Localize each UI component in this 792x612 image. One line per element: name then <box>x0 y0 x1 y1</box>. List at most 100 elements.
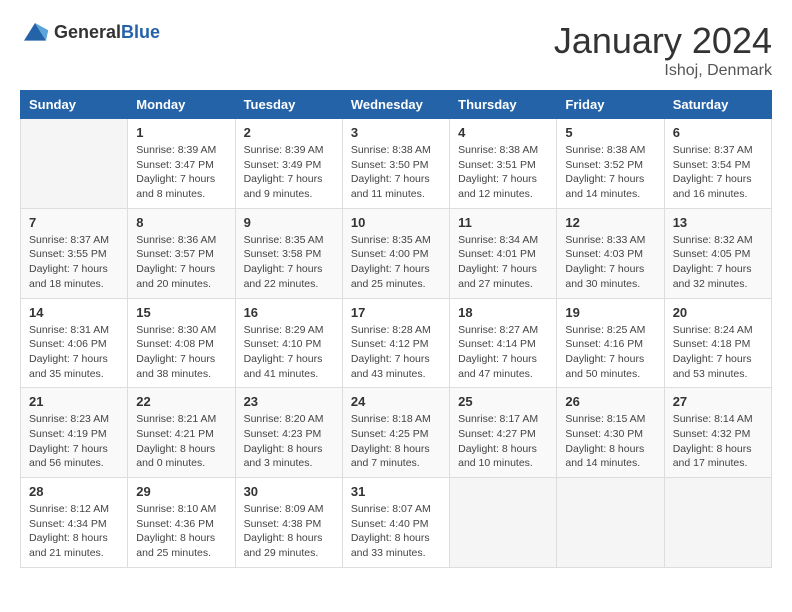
col-header-wednesday: Wednesday <box>342 91 449 119</box>
calendar-cell: 25Sunrise: 8:17 AMSunset: 4:27 PMDayligh… <box>450 388 557 478</box>
day-info: Sunrise: 8:15 AMSunset: 4:30 PMDaylight:… <box>565 412 655 471</box>
day-number: 11 <box>458 215 548 230</box>
day-number: 2 <box>244 125 334 140</box>
day-number: 9 <box>244 215 334 230</box>
calendar-header-row: SundayMondayTuesdayWednesdayThursdayFrid… <box>21 91 772 119</box>
calendar-cell: 10Sunrise: 8:35 AMSunset: 4:00 PMDayligh… <box>342 208 449 298</box>
day-info: Sunrise: 8:14 AMSunset: 4:32 PMDaylight:… <box>673 412 763 471</box>
day-number: 31 <box>351 484 441 499</box>
day-number: 7 <box>29 215 119 230</box>
day-info: Sunrise: 8:09 AMSunset: 4:38 PMDaylight:… <box>244 502 334 561</box>
day-number: 8 <box>136 215 226 230</box>
day-number: 5 <box>565 125 655 140</box>
day-number: 29 <box>136 484 226 499</box>
day-info: Sunrise: 8:32 AMSunset: 4:05 PMDaylight:… <box>673 233 763 292</box>
col-header-tuesday: Tuesday <box>235 91 342 119</box>
calendar-week-row: 14 Sunrise: 8:31 AMSunset: 4:06 PMDayligh… <box>21 298 772 388</box>
day-number: 4 <box>458 125 548 140</box>
day-info: Sunrise: 8:18 AMSunset: 4:25 PMDaylight:… <box>351 412 441 471</box>
day-info: Sunrise: 8:21 AMSunset: 4:21 PMDaylight:… <box>136 412 226 471</box>
col-header-sunday: Sunday <box>21 91 128 119</box>
calendar-cell: 29 Sunrise: 8:10 AMSunset: 4:36 PMDayligh… <box>128 478 235 568</box>
calendar-cell: 31 Sunrise: 8:07 AMSunset: 4:40 PMDayligh… <box>342 478 449 568</box>
day-info: Sunrise: 8:20 AMSunset: 4:23 PMDaylight:… <box>244 412 334 471</box>
day-number: 23 <box>244 394 334 409</box>
day-number: 14 <box>29 305 119 320</box>
calendar-cell: 20 Sunrise: 8:24 AMSunset: 4:18 PMDayligh… <box>664 298 771 388</box>
logo-general: General <box>54 22 121 42</box>
day-info: Sunrise: 8:10 AMSunset: 4:36 PMDaylight:… <box>136 502 226 561</box>
day-info: Sunrise: 8:23 AMSunset: 4:19 PMDaylight:… <box>29 412 119 471</box>
day-number: 6 <box>673 125 763 140</box>
day-number: 15 <box>136 305 226 320</box>
calendar-cell: 5 Sunrise: 8:38 AMSunset: 3:52 PMDaylight… <box>557 119 664 209</box>
calendar-cell: 1Sunrise: 8:39 AMSunset: 3:47 PMDaylight… <box>128 119 235 209</box>
calendar-cell <box>557 478 664 568</box>
day-info: Sunrise: 8:07 AMSunset: 4:40 PMDaylight:… <box>351 502 441 561</box>
calendar-table: SundayMondayTuesdayWednesdayThursdayFrid… <box>20 90 772 568</box>
day-info: Sunrise: 8:38 AMSunset: 3:50 PMDaylight:… <box>351 143 441 202</box>
calendar-cell: 24 Sunrise: 8:18 AMSunset: 4:25 PMDayligh… <box>342 388 449 478</box>
location-title: Ishoj, Denmark <box>554 62 772 80</box>
day-info: Sunrise: 8:24 AMSunset: 4:18 PMDaylight:… <box>673 323 763 382</box>
calendar-week-row: 1Sunrise: 8:39 AMSunset: 3:47 PMDaylight… <box>21 119 772 209</box>
day-number: 18 <box>458 305 548 320</box>
day-info: Sunrise: 8:36 AMSunset: 3:57 PMDaylight:… <box>136 233 226 292</box>
day-number: 16 <box>244 305 334 320</box>
calendar-cell: 18 Sunrise: 8:27 AMSunset: 4:14 PMDayligh… <box>450 298 557 388</box>
calendar-cell: 22 Sunrise: 8:21 AMSunset: 4:21 PMDayligh… <box>128 388 235 478</box>
day-number: 22 <box>136 394 226 409</box>
day-number: 21 <box>29 394 119 409</box>
day-info: Sunrise: 8:39 AMSunset: 3:47 PMDaylight:… <box>136 143 226 202</box>
calendar-cell: 28 Sunrise: 8:12 AMSunset: 4:34 PMDayligh… <box>21 478 128 568</box>
day-number: 24 <box>351 394 441 409</box>
day-number: 12 <box>565 215 655 230</box>
day-number: 20 <box>673 305 763 320</box>
calendar-cell: 17Sunrise: 8:28 AMSunset: 4:12 PMDayligh… <box>342 298 449 388</box>
calendar-cell <box>21 119 128 209</box>
logo: GeneralBlue <box>20 20 160 45</box>
day-info: Sunrise: 8:30 AMSunset: 4:08 PMDaylight:… <box>136 323 226 382</box>
day-info: Sunrise: 8:39 AMSunset: 3:49 PMDaylight:… <box>244 143 334 202</box>
calendar-cell: 26 Sunrise: 8:15 AMSunset: 4:30 PMDayligh… <box>557 388 664 478</box>
day-info: Sunrise: 8:38 AMSunset: 3:51 PMDaylight:… <box>458 143 548 202</box>
col-header-thursday: Thursday <box>450 91 557 119</box>
day-info: Sunrise: 8:35 AMSunset: 4:00 PMDaylight:… <box>351 233 441 292</box>
calendar-cell: 27Sunrise: 8:14 AMSunset: 4:32 PMDayligh… <box>664 388 771 478</box>
day-info: Sunrise: 8:38 AMSunset: 3:52 PMDaylight:… <box>565 143 655 202</box>
col-header-monday: Monday <box>128 91 235 119</box>
calendar-cell: 11 Sunrise: 8:34 AMSunset: 4:01 PMDayligh… <box>450 208 557 298</box>
month-title: January 2024 <box>554 20 772 62</box>
day-info: Sunrise: 8:35 AMSunset: 3:58 PMDaylight:… <box>244 233 334 292</box>
day-info: Sunrise: 8:12 AMSunset: 4:34 PMDaylight:… <box>29 502 119 561</box>
day-info: Sunrise: 8:27 AMSunset: 4:14 PMDaylight:… <box>458 323 548 382</box>
calendar-cell: 15 Sunrise: 8:30 AMSunset: 4:08 PMDayligh… <box>128 298 235 388</box>
day-info: Sunrise: 8:17 AMSunset: 4:27 PMDaylight:… <box>458 412 548 471</box>
calendar-week-row: 7 Sunrise: 8:37 AMSunset: 3:55 PMDaylight… <box>21 208 772 298</box>
calendar-week-row: 21 Sunrise: 8:23 AMSunset: 4:19 PMDayligh… <box>21 388 772 478</box>
calendar-cell: 3Sunrise: 8:38 AMSunset: 3:50 PMDaylight… <box>342 119 449 209</box>
calendar-cell: 4 Sunrise: 8:38 AMSunset: 3:51 PMDaylight… <box>450 119 557 209</box>
logo-text: GeneralBlue <box>54 22 160 43</box>
day-info: Sunrise: 8:37 AMSunset: 3:54 PMDaylight:… <box>673 143 763 202</box>
day-number: 30 <box>244 484 334 499</box>
day-info: Sunrise: 8:31 AMSunset: 4:06 PMDaylight:… <box>29 323 119 382</box>
day-info: Sunrise: 8:25 AMSunset: 4:16 PMDaylight:… <box>565 323 655 382</box>
day-info: Sunrise: 8:37 AMSunset: 3:55 PMDaylight:… <box>29 233 119 292</box>
calendar-cell: 19 Sunrise: 8:25 AMSunset: 4:16 PMDayligh… <box>557 298 664 388</box>
day-number: 28 <box>29 484 119 499</box>
calendar-cell: 16Sunrise: 8:29 AMSunset: 4:10 PMDayligh… <box>235 298 342 388</box>
title-section: January 2024 Ishoj, Denmark <box>554 20 772 80</box>
calendar-cell: 2 Sunrise: 8:39 AMSunset: 3:49 PMDaylight… <box>235 119 342 209</box>
calendar-cell: 6 Sunrise: 8:37 AMSunset: 3:54 PMDaylight… <box>664 119 771 209</box>
col-header-friday: Friday <box>557 91 664 119</box>
day-number: 19 <box>565 305 655 320</box>
calendar-cell: 8 Sunrise: 8:36 AMSunset: 3:57 PMDaylight… <box>128 208 235 298</box>
calendar-cell: 23 Sunrise: 8:20 AMSunset: 4:23 PMDayligh… <box>235 388 342 478</box>
day-number: 13 <box>673 215 763 230</box>
calendar-cell: 21 Sunrise: 8:23 AMSunset: 4:19 PMDayligh… <box>21 388 128 478</box>
logo-blue: Blue <box>121 22 160 42</box>
day-info: Sunrise: 8:34 AMSunset: 4:01 PMDaylight:… <box>458 233 548 292</box>
day-number: 26 <box>565 394 655 409</box>
day-info: Sunrise: 8:33 AMSunset: 4:03 PMDaylight:… <box>565 233 655 292</box>
